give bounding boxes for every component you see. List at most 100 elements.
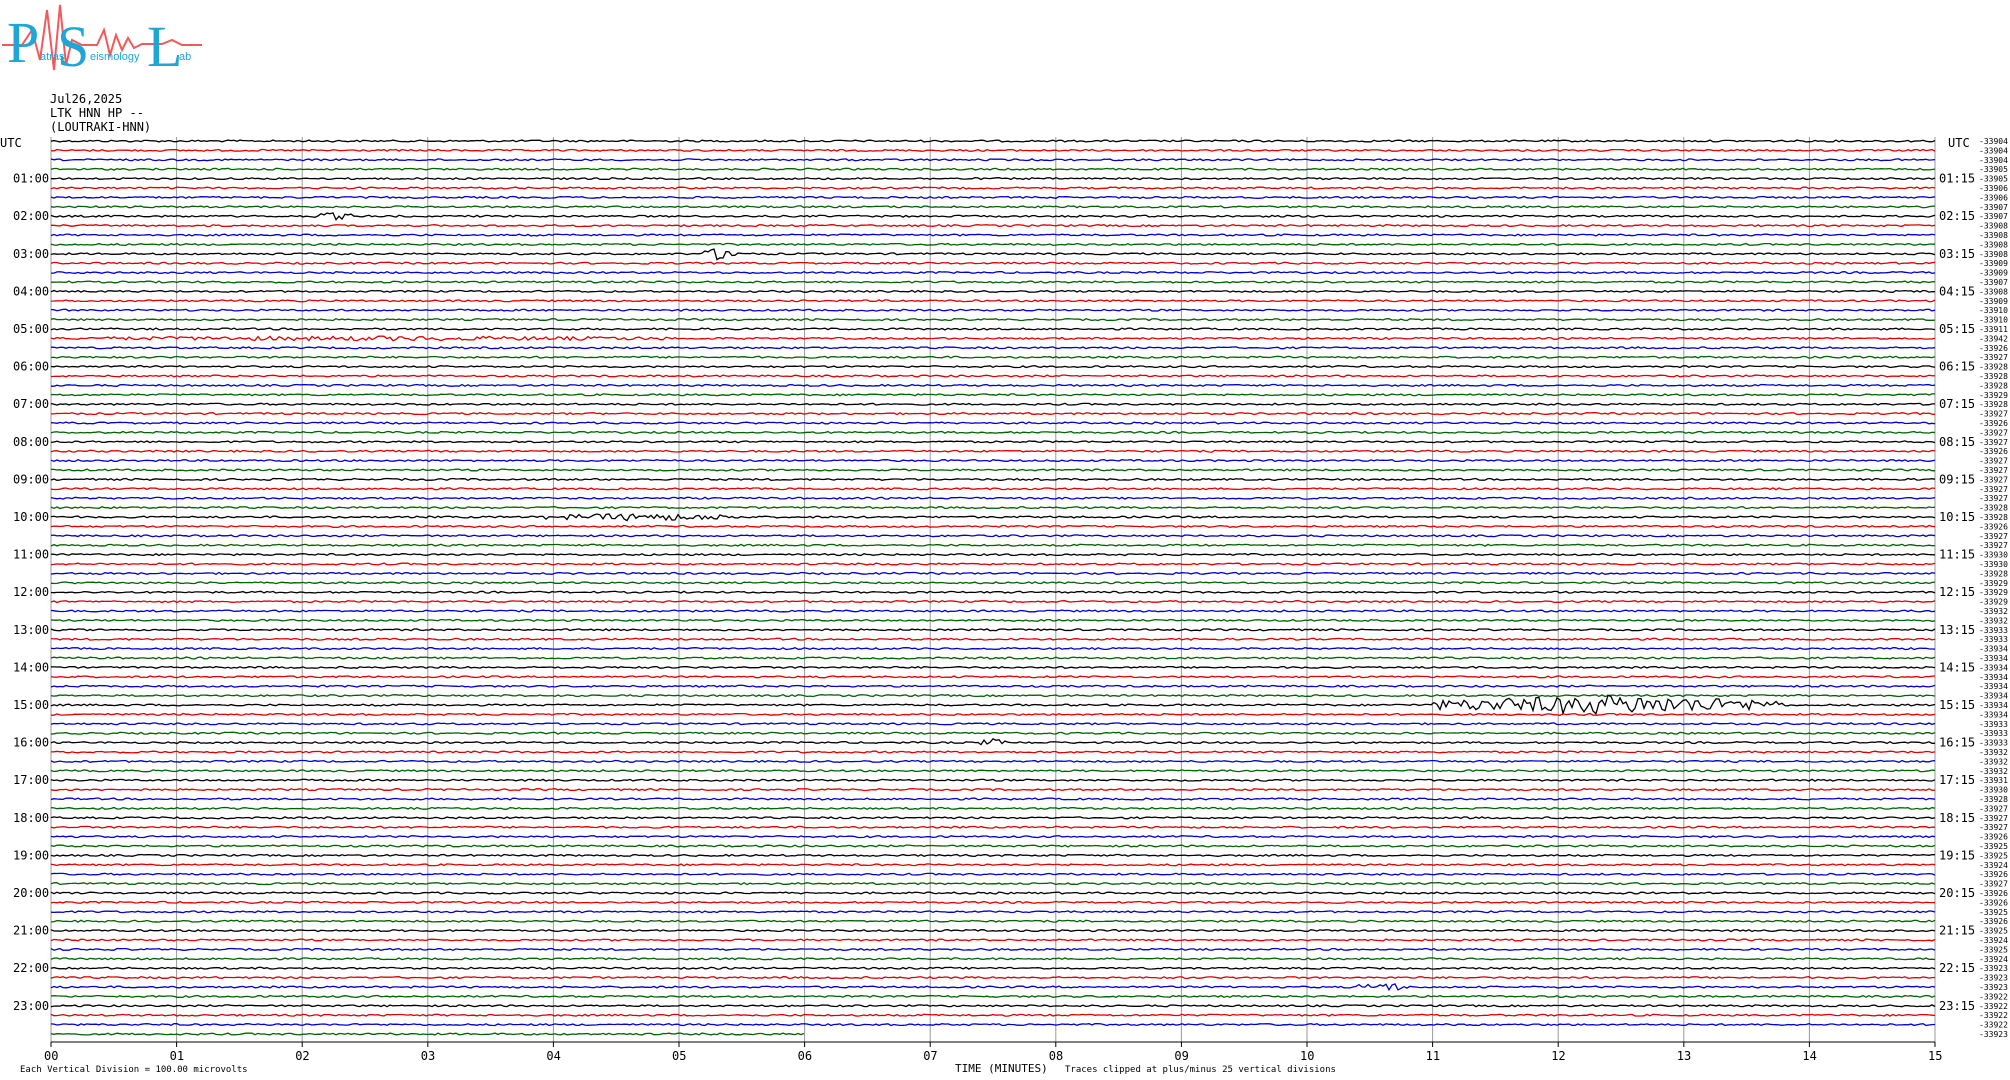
trace-row-16 xyxy=(50,289,1936,294)
offset-label-36: -33927 xyxy=(1979,475,2008,484)
trace-row-14 xyxy=(51,270,1936,275)
offset-label-69: -33930 xyxy=(1979,786,2008,795)
offset-label-89: -33923 xyxy=(1979,974,2008,983)
offset-label-2: -33904 xyxy=(1979,156,2008,165)
x-tick-label-4: 04 xyxy=(546,1049,560,1063)
offset-label-79: -33927 xyxy=(1979,880,2008,889)
x-tick-label-0: 00 xyxy=(44,1049,58,1063)
left-label-19: 20:00 xyxy=(13,886,49,900)
x-tick-label-6: 06 xyxy=(798,1049,812,1063)
trace-row-90 xyxy=(50,983,1936,992)
offset-label-82: -33925 xyxy=(1979,908,2008,917)
offset-label-19: -33910 xyxy=(1979,316,2008,325)
trace-row-51 xyxy=(50,618,1936,623)
trace-row-45 xyxy=(50,562,1936,566)
offset-label-39: -33928 xyxy=(1979,504,2008,513)
trace-row-10 xyxy=(50,233,1936,237)
offset-label-43: -33927 xyxy=(1979,541,2008,550)
offset-label-75: -33925 xyxy=(1979,842,2008,851)
right-label-7: 08:15 xyxy=(1939,435,1975,449)
right-label-20: 21:15 xyxy=(1939,924,1975,938)
trace-row-3 xyxy=(50,167,1936,171)
offset-label-70: -33928 xyxy=(1979,795,2008,804)
offset-label-32: -33927 xyxy=(1979,438,2008,447)
trace-row-2 xyxy=(50,158,1936,162)
trace-row-50 xyxy=(50,609,1936,613)
trace-row-38 xyxy=(50,496,1936,500)
trace-row-5 xyxy=(50,186,1936,190)
trace-row-81 xyxy=(50,900,1935,905)
offset-label-81: -33926 xyxy=(1979,898,2008,907)
trace-row-70 xyxy=(50,797,1936,801)
trace-row-79 xyxy=(50,881,1936,886)
right-label-6: 07:15 xyxy=(1939,397,1975,411)
right-label-15: 16:15 xyxy=(1939,736,1975,750)
trace-row-20 xyxy=(50,327,1936,331)
right-label-18: 19:15 xyxy=(1939,848,1975,862)
offset-label-3: -33905 xyxy=(1979,165,2008,174)
trace-row-29 xyxy=(51,411,1936,416)
offset-label-67: -33932 xyxy=(1979,767,2008,776)
trace-row-74 xyxy=(50,834,1936,839)
right-label-5: 06:15 xyxy=(1939,360,1975,374)
offset-label-27: -33929 xyxy=(1979,391,2008,400)
right-label-11: 12:15 xyxy=(1939,585,1975,599)
clip-note: Traces clipped at plus/minus 25 vertical… xyxy=(1065,1065,1336,1075)
trace-row-7 xyxy=(50,205,1936,209)
trace-row-66 xyxy=(50,759,1936,764)
trace-row-88 xyxy=(50,966,1936,970)
trace-row-17 xyxy=(50,299,1936,303)
offset-label-22: -33926 xyxy=(1979,344,2008,353)
right-label-4: 05:15 xyxy=(1939,322,1975,336)
offset-label-20: -33911 xyxy=(1979,325,2008,334)
trace-row-24 xyxy=(50,364,1936,369)
trace-row-9 xyxy=(51,223,1936,228)
offset-label-65: -33932 xyxy=(1979,748,2008,757)
right-label-19: 20:15 xyxy=(1939,886,1975,900)
trace-row-40 xyxy=(50,513,1936,522)
offset-label-14: -33909 xyxy=(1979,269,2008,278)
offset-label-95: -33923 xyxy=(1979,1030,2008,1039)
x-tick-label-7: 07 xyxy=(923,1049,937,1063)
trace-row-86 xyxy=(50,947,1936,952)
offset-label-10: -33908 xyxy=(1979,231,2008,240)
trace-row-76 xyxy=(50,853,1936,858)
trace-row-85 xyxy=(50,938,1936,942)
trace-row-55 xyxy=(50,656,1936,660)
offset-label-86: -33925 xyxy=(1979,945,2008,954)
offset-labels: -33904-33904-33904-33905-33905-33906-339… xyxy=(1979,137,2008,1039)
offset-label-24: -33928 xyxy=(1979,363,2008,372)
trace-row-89 xyxy=(50,975,1936,980)
trace-row-39 xyxy=(50,505,1936,510)
trace-row-47 xyxy=(50,581,1936,585)
trace-row-4 xyxy=(51,176,1936,181)
x-tick-label-12: 12 xyxy=(1551,1049,1565,1063)
offset-label-8: -33907 xyxy=(1979,212,2008,221)
left-label-4: 05:00 xyxy=(13,322,49,336)
offset-label-45: -33930 xyxy=(1979,560,2008,569)
offset-label-1: -33904 xyxy=(1979,146,2008,155)
offset-label-76: -33925 xyxy=(1979,851,2008,860)
trace-row-57 xyxy=(50,675,1936,679)
trace-row-41 xyxy=(50,524,1936,529)
trace-row-21 xyxy=(50,335,1936,342)
offset-label-80: -33926 xyxy=(1979,889,2008,898)
offset-label-73: -33927 xyxy=(1979,823,2008,832)
x-tick-label-2: 02 xyxy=(295,1049,309,1063)
offset-label-52: -33933 xyxy=(1979,626,2008,635)
offset-label-12: -33908 xyxy=(1979,250,2008,259)
offset-label-7: -33907 xyxy=(1979,203,2008,212)
right-label-1: 02:15 xyxy=(1939,209,1975,223)
left-label-1: 02:00 xyxy=(13,209,49,223)
trace-row-1 xyxy=(50,148,1936,153)
offset-label-68: -33931 xyxy=(1979,776,2008,785)
trace-row-53 xyxy=(50,637,1936,641)
offset-label-0: -33904 xyxy=(1979,137,2008,146)
trace-row-43 xyxy=(50,543,1936,547)
offset-label-64: -33933 xyxy=(1979,739,2008,748)
trace-row-60 xyxy=(50,694,1936,716)
trace-row-64 xyxy=(50,737,1935,746)
offset-label-18: -33910 xyxy=(1979,306,2008,315)
x-tick-label-8: 08 xyxy=(1049,1049,1063,1063)
left-label-16: 17:00 xyxy=(13,773,49,787)
